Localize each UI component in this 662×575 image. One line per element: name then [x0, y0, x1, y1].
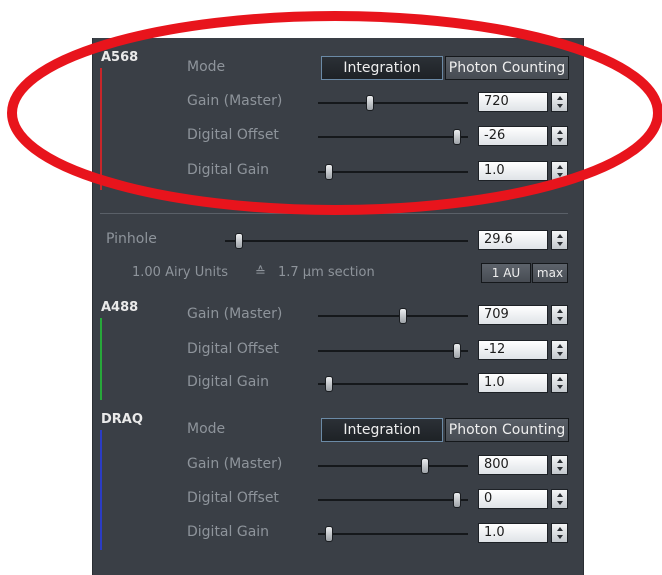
digital-offset-input[interactable]: -26: [478, 126, 548, 146]
digital-gain-input[interactable]: 1.0: [478, 161, 548, 181]
pinhole-slider-handle[interactable]: [235, 233, 243, 249]
channel-indicator-a488: [100, 318, 102, 400]
channel-indicator-a568: [100, 68, 102, 190]
digital-offset-slider-track[interactable]: [318, 499, 468, 501]
digital-gain-slider-handle[interactable]: [325, 164, 333, 180]
photon-counting-mode-button[interactable]: Photon Counting: [445, 56, 569, 80]
digital-gain-spinner[interactable]: [551, 373, 568, 393]
digital-offset-label: Digital Offset: [187, 490, 279, 506]
digital-gain-slider-handle[interactable]: [325, 526, 333, 542]
digital-gain-slider-handle[interactable]: [325, 376, 333, 392]
gain-master-input[interactable]: 720: [478, 92, 548, 112]
airy-units-readout: 1.00 Airy Units: [132, 265, 228, 280]
digital-gain-slider-track[interactable]: [318, 171, 468, 173]
gain-master-spinner[interactable]: [551, 305, 568, 325]
pinhole-label: Pinhole: [106, 231, 157, 247]
digital-offset-slider-handle[interactable]: [453, 343, 461, 359]
gain-master-label: Gain (Master): [187, 93, 283, 109]
digital-offset-slider-handle[interactable]: [453, 492, 461, 508]
section-thickness-readout: 1.7 µm section: [278, 265, 375, 280]
gain-master-slider-handle[interactable]: [366, 95, 374, 111]
channel-label-a568: A568: [101, 50, 139, 65]
gain-master-slider-handle[interactable]: [421, 458, 429, 474]
one-au-button[interactable]: 1 AU: [481, 263, 531, 283]
digital-offset-slider-handle[interactable]: [453, 129, 461, 145]
digital-offset-spinner[interactable]: [551, 126, 568, 146]
digital-offset-input[interactable]: 0: [478, 489, 548, 509]
digital-gain-label: Digital Gain: [187, 374, 270, 390]
gain-master-slider-track[interactable]: [318, 465, 468, 467]
digital-offset-slider-track[interactable]: [318, 350, 468, 352]
digital-offset-label: Digital Offset: [187, 127, 279, 143]
digital-gain-spinner[interactable]: [551, 161, 568, 181]
channel-label-a488: A488: [101, 300, 139, 315]
gain-master-input[interactable]: 709: [478, 305, 548, 325]
channel-indicator-draq: [100, 430, 102, 550]
pinhole-input[interactable]: 29.6: [478, 230, 548, 250]
gain-master-input[interactable]: 800: [478, 455, 548, 475]
digital-gain-spinner[interactable]: [551, 523, 568, 543]
mode-label: Mode: [187, 59, 226, 75]
gain-master-slider-track[interactable]: [318, 102, 468, 104]
digital-offset-label: Digital Offset: [187, 341, 279, 357]
digital-offset-slider-track[interactable]: [318, 136, 468, 138]
gain-master-label: Gain (Master): [187, 456, 283, 472]
mode-label: Mode: [187, 421, 226, 437]
gain-master-slider-handle[interactable]: [399, 308, 407, 324]
digital-gain-input[interactable]: 1.0: [478, 373, 548, 393]
digital-offset-input[interactable]: -12: [478, 340, 548, 360]
pinhole-slider-track[interactable]: [225, 240, 468, 242]
digital-gain-label: Digital Gain: [187, 524, 270, 540]
integration-mode-button[interactable]: Integration: [321, 56, 443, 80]
digital-offset-spinner[interactable]: [551, 489, 568, 509]
max-button[interactable]: max: [532, 263, 568, 283]
digital-gain-slider-track[interactable]: [318, 533, 468, 535]
integration-mode-button[interactable]: Integration: [321, 418, 443, 442]
approx-equal-symbol: ≙: [255, 265, 266, 280]
photon-counting-mode-button[interactable]: Photon Counting: [445, 418, 569, 442]
pinhole-spinner[interactable]: [551, 230, 568, 250]
section-divider: [100, 213, 568, 214]
gain-master-spinner[interactable]: [551, 455, 568, 475]
gain-master-label: Gain (Master): [187, 306, 283, 322]
gain-master-slider-track[interactable]: [318, 315, 468, 317]
channel-label-draq: DRAQ: [101, 412, 143, 427]
digital-gain-input[interactable]: 1.0: [478, 523, 548, 543]
digital-gain-label: Digital Gain: [187, 162, 270, 178]
digital-offset-spinner[interactable]: [551, 340, 568, 360]
gain-master-spinner[interactable]: [551, 92, 568, 112]
digital-gain-slider-track[interactable]: [318, 383, 468, 385]
